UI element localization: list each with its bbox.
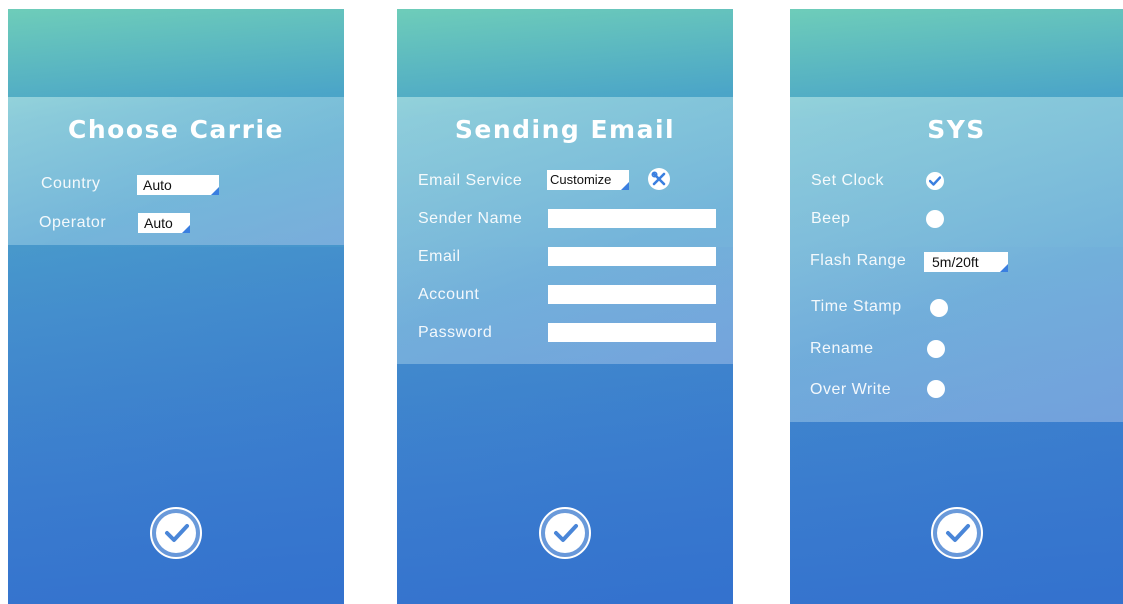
- tools-button[interactable]: [648, 168, 670, 190]
- over-write-checkbox[interactable]: [927, 380, 945, 398]
- check-icon: [945, 524, 970, 542]
- sys-panel: SYS Set Clock Beep Flash Range 5m/20ft T…: [790, 97, 1123, 422]
- country-select[interactable]: Auto: [137, 175, 219, 195]
- dropdown-triangle-icon: [1000, 264, 1008, 272]
- carrier-confirm-button[interactable]: [150, 507, 202, 559]
- flash-range-label: Flash Range: [810, 252, 907, 269]
- dropdown-triangle-icon: [211, 187, 219, 195]
- operator-label: Operator: [39, 214, 107, 231]
- sender-name-label: Sender Name: [418, 210, 523, 227]
- set-clock-label: Set Clock: [811, 172, 884, 189]
- carrier-screen: Choose Carrie Country Auto Operator Auto: [8, 9, 344, 604]
- sender-name-field[interactable]: [548, 209, 716, 228]
- email-confirm-button[interactable]: [539, 507, 591, 559]
- check-icon: [554, 524, 578, 542]
- time-stamp-checkbox[interactable]: [930, 299, 948, 317]
- password-field[interactable]: [548, 323, 716, 342]
- country-value: Auto: [143, 177, 172, 193]
- account-field[interactable]: [548, 285, 716, 304]
- rename-checkbox[interactable]: [927, 340, 945, 358]
- check-icon: [165, 524, 189, 542]
- operator-value: Auto: [144, 215, 173, 231]
- operator-select[interactable]: Auto: [138, 213, 190, 233]
- email-service-value: Customize: [550, 172, 612, 187]
- email-screen: Sending Email Email Service Customize Se…: [397, 9, 733, 604]
- sys-confirm-button[interactable]: [930, 507, 983, 559]
- dropdown-triangle-icon: [621, 182, 629, 190]
- email-service-label: Email Service: [418, 172, 523, 189]
- carrier-panel: Choose Carrie Country Auto Operator Auto: [8, 97, 344, 245]
- over-write-label: Over Write: [810, 381, 892, 398]
- email-field[interactable]: [548, 247, 716, 266]
- beep-checkbox[interactable]: [926, 210, 944, 228]
- account-label: Account: [418, 286, 480, 303]
- country-label: Country: [41, 175, 101, 192]
- email-panel: Sending Email Email Service Customize Se…: [397, 97, 733, 364]
- flash-range-value: 5m/20ft: [932, 254, 979, 270]
- dropdown-triangle-icon: [182, 225, 190, 233]
- flash-range-select[interactable]: 5m/20ft: [924, 252, 1008, 272]
- check-icon: [929, 176, 941, 186]
- email-label: Email: [418, 248, 461, 265]
- password-label: Password: [418, 324, 493, 341]
- set-clock-checkbox[interactable]: [926, 172, 944, 190]
- beep-label: Beep: [811, 210, 851, 227]
- email-service-select[interactable]: Customize: [547, 170, 629, 190]
- carrier-title: Choose Carrie: [68, 115, 284, 144]
- rename-label: Rename: [810, 340, 874, 357]
- time-stamp-label: Time Stamp: [811, 298, 902, 315]
- sys-screen: SYS Set Clock Beep Flash Range 5m/20ft T…: [790, 9, 1123, 604]
- sys-title: SYS: [927, 115, 986, 144]
- tools-icon: [651, 171, 666, 186]
- email-title: Sending Email: [454, 115, 676, 144]
